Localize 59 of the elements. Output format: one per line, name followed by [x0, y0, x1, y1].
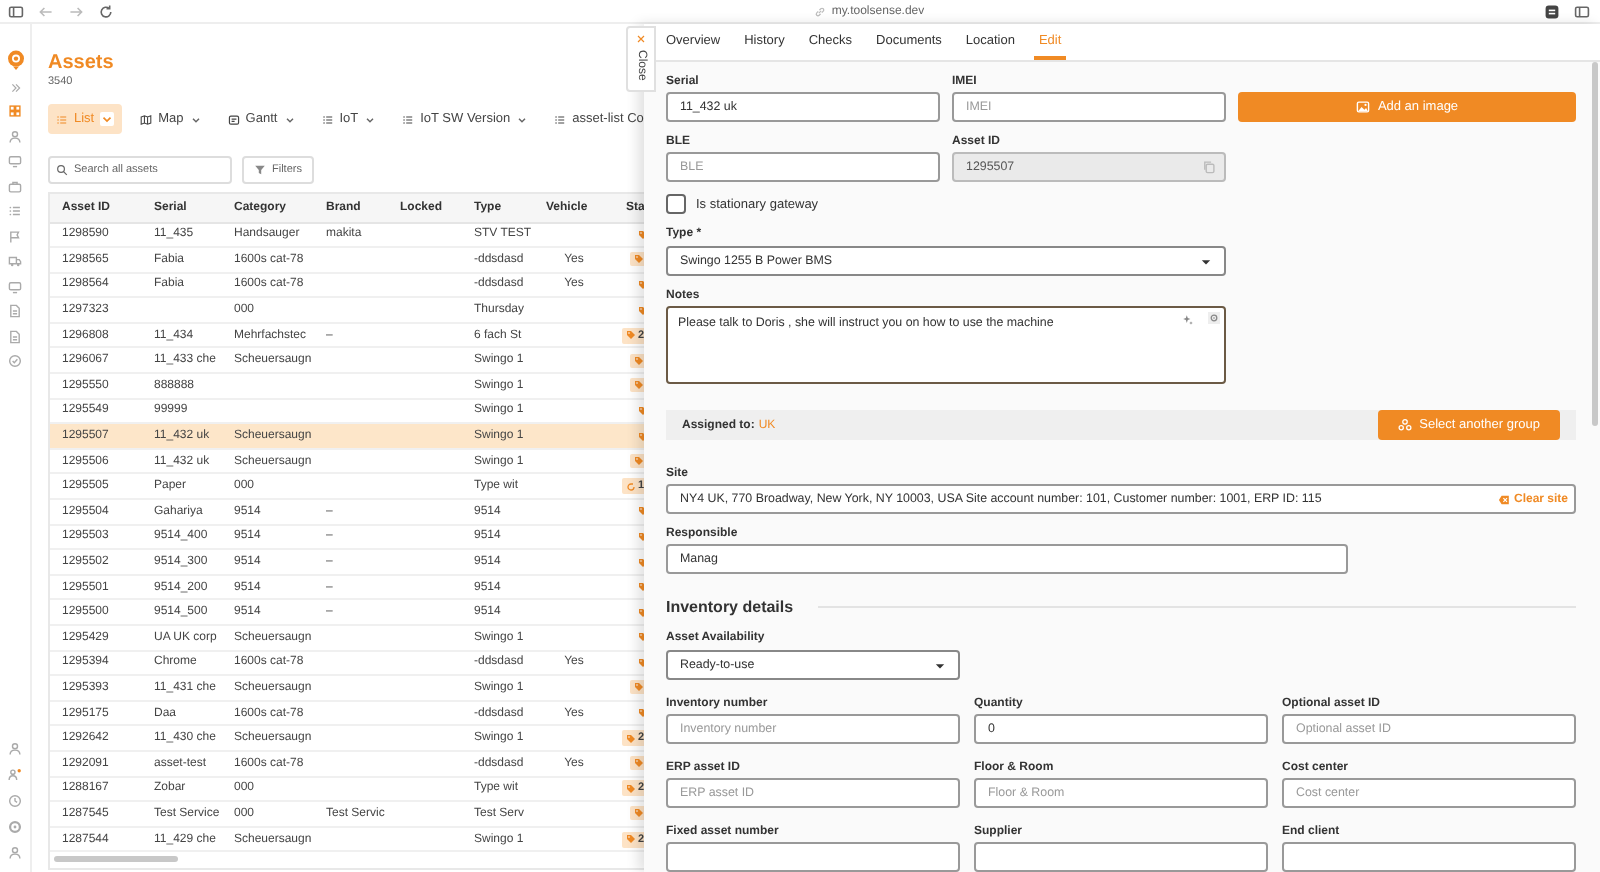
- briefcase-icon[interactable]: [8, 179, 22, 194]
- expand-icon[interactable]: [9, 81, 21, 94]
- extension-icon[interactable]: [1544, 3, 1560, 19]
- list-icon: [554, 113, 567, 125]
- sparkle-icon[interactable]: [1182, 314, 1194, 326]
- filter-icon: [254, 164, 266, 176]
- grid-icon[interactable]: [8, 104, 22, 119]
- link-icon: [813, 5, 826, 17]
- chevron-down-icon[interactable]: [189, 113, 202, 125]
- group-icon: [1397, 418, 1412, 432]
- badge-icon[interactable]: [8, 354, 22, 369]
- back-icon[interactable]: [38, 3, 54, 19]
- monitor-icon[interactable]: [8, 154, 22, 169]
- cycle-icon: [625, 481, 636, 492]
- document-icon[interactable]: [8, 304, 22, 319]
- forward-icon[interactable]: [68, 3, 84, 19]
- checkbox[interactable]: [666, 194, 686, 214]
- calendar-icon: [227, 113, 240, 125]
- chevron-down-icon[interactable]: [283, 113, 296, 125]
- close-icon[interactable]: [636, 34, 646, 44]
- tag-icon: [625, 783, 636, 794]
- map-icon: [140, 113, 153, 125]
- text-field[interactable]: [974, 842, 1268, 872]
- chevron-down-icon[interactable]: [364, 113, 377, 125]
- image-icon: [1355, 100, 1370, 114]
- people-icon[interactable]: [8, 768, 22, 782]
- section-heading: Inventory details: [666, 598, 794, 616]
- tag-icon: [625, 733, 636, 744]
- settings-icon[interactable]: [8, 820, 22, 834]
- copy-icon[interactable]: [1202, 160, 1216, 174]
- reload-icon[interactable]: [98, 3, 114, 19]
- person-icon[interactable]: [8, 742, 22, 756]
- text-field[interactable]: [1282, 842, 1576, 872]
- list-icon: [56, 113, 68, 125]
- chevron-down-icon[interactable]: [100, 112, 115, 126]
- flag-icon[interactable]: [8, 229, 22, 244]
- chevron-down-icon[interactable]: [516, 113, 529, 125]
- search-icon: [56, 164, 68, 176]
- text-field[interactable]: [666, 842, 960, 872]
- scrollbar-thumb[interactable]: [1592, 62, 1598, 426]
- clear-icon: [1497, 493, 1510, 505]
- clock-icon[interactable]: [8, 794, 22, 808]
- truck-icon[interactable]: [8, 254, 22, 269]
- settings-icon[interactable]: [1208, 312, 1220, 324]
- list-icon[interactable]: [8, 204, 22, 219]
- caret-icon: [934, 659, 946, 671]
- sidebar-icon[interactable]: [1574, 3, 1590, 19]
- tag-icon: [625, 834, 636, 845]
- tag-icon: [625, 330, 636, 341]
- user-icon[interactable]: [8, 846, 22, 860]
- document-icon[interactable]: [8, 329, 22, 344]
- caret-icon: [1200, 255, 1212, 267]
- scrollbar-thumb[interactable]: [54, 856, 178, 863]
- monitor-icon[interactable]: [8, 279, 22, 294]
- list-icon: [321, 113, 334, 125]
- person-icon[interactable]: [8, 129, 22, 144]
- sidebar-icon[interactable]: [8, 3, 24, 19]
- logo-icon[interactable]: [5, 50, 25, 70]
- list-icon: [402, 113, 415, 125]
